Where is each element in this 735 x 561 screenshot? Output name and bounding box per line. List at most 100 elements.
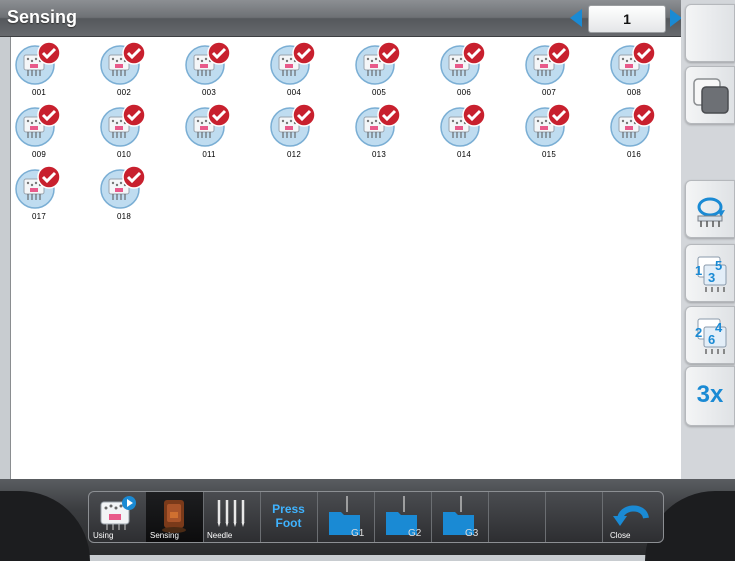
tool-strip: Using Sensing Needle Press Foot G1 G2 G3… [88, 491, 664, 543]
group-g1-button[interactable]: G1 [317, 492, 375, 542]
close-button[interactable]: Close [602, 492, 663, 542]
sensor-checked-icon [15, 103, 61, 147]
tile-label: 011 [202, 150, 216, 159]
tile-label: 014 [457, 150, 471, 159]
sensing-tile[interactable]: 006 [436, 39, 492, 101]
sensing-tile[interactable]: 003 [181, 39, 237, 101]
blank-button[interactable] [685, 4, 735, 62]
sensing-tile[interactable]: 001 [11, 39, 67, 101]
folder-g1-icon: G1 [329, 496, 365, 539]
sequence-246-button[interactable]: 2 4 6 [685, 306, 735, 364]
sensing-tile[interactable]: 018 [96, 163, 152, 225]
tile-label: 002 [117, 88, 131, 97]
sensor-checked-icon [355, 103, 401, 147]
sensor-checked-icon [525, 103, 571, 147]
sensor-checked-icon [525, 41, 571, 85]
sensor-checked-icon [440, 103, 486, 147]
close-label: Close [610, 531, 631, 540]
sensor-checked-icon [610, 41, 656, 85]
press-foot-label: Press Foot [260, 502, 317, 530]
layers-icon [693, 78, 729, 114]
sensing-tile[interactable]: 009 [11, 101, 67, 163]
tile-label: 016 [627, 150, 641, 159]
toolbar-curve-left [0, 491, 90, 561]
sensing-foot-icon [162, 500, 186, 533]
repeat-3x-label: 3x [696, 381, 724, 408]
sensor-checked-icon [100, 103, 146, 147]
needles-icon [217, 500, 245, 527]
sensor-checked-icon [185, 41, 231, 85]
sensing-tile[interactable]: 008 [606, 39, 662, 101]
seq-digit-3: 3 [708, 270, 715, 285]
using-label: Using [93, 531, 114, 540]
sensing-tile[interactable]: 005 [351, 39, 407, 101]
sensing-label: Sensing [150, 531, 179, 540]
sensing-tile[interactable]: 010 [96, 101, 152, 163]
prev-page-button[interactable] [568, 8, 584, 28]
tile-label: 003 [202, 88, 216, 97]
repeat-3x-button[interactable]: 3x [685, 366, 735, 426]
sensor-checked-icon [100, 165, 146, 209]
press-foot-line1: Press [272, 502, 305, 516]
title-bar: Sensing 1 [0, 0, 684, 37]
press-foot-line2: Foot [275, 516, 302, 530]
seq-digit-1: 1 [695, 263, 702, 278]
sensor-checked-icon [100, 41, 146, 85]
sensing-tile[interactable]: 007 [521, 39, 577, 101]
sensing-tile[interactable]: 004 [266, 39, 322, 101]
tile-label: 001 [32, 88, 46, 97]
sensing-tile[interactable]: 014 [436, 101, 492, 163]
sensor-checked-icon [270, 103, 316, 147]
empty-slot-1 [488, 492, 546, 542]
sensing-tile[interactable]: 002 [96, 39, 152, 101]
sensor-checked-icon [15, 41, 61, 85]
sensing-grid: 001 002 003 004 005 006 007 008 009 010 011 012 013 0… [10, 37, 683, 479]
folder-g2-icon: G2 [386, 496, 422, 539]
needle-label: Needle [207, 531, 233, 540]
empty-slot-2 [545, 492, 603, 542]
folder-g3-icon: G3 [443, 496, 479, 539]
page-title: Sensing [7, 7, 78, 27]
sequence-246-icon: 2 4 6 [695, 318, 727, 354]
copy-layers-button[interactable] [685, 66, 735, 124]
sensing-tile[interactable]: 016 [606, 101, 662, 163]
tile-label: 017 [32, 212, 46, 221]
tile-label: 015 [542, 150, 556, 159]
seq-digit-4: 4 [715, 320, 723, 335]
tile-label: 008 [627, 88, 641, 97]
using-sensor-icon [100, 496, 136, 530]
sequence-135-button[interactable]: 1 5 3 [685, 244, 735, 302]
g1-text: G1 [351, 528, 365, 539]
sensing-tile[interactable]: 015 [521, 101, 577, 163]
group-g2-button[interactable]: G2 [374, 492, 432, 542]
using-button[interactable]: Using [89, 492, 147, 542]
g2-text: G2 [408, 528, 422, 539]
sensing-tile[interactable]: 012 [266, 101, 322, 163]
tile-label: 004 [287, 88, 301, 97]
sensing-tile[interactable]: 013 [351, 101, 407, 163]
tile-label: 007 [542, 88, 556, 97]
sequence-135-icon: 1 5 3 [695, 256, 727, 292]
press-foot-button[interactable]: Press Foot [260, 492, 318, 542]
rotate-arrow-icon [697, 197, 725, 227]
back-arrow-icon [613, 505, 649, 526]
needle-button[interactable]: Needle [203, 492, 261, 542]
tile-label: 010 [117, 150, 131, 159]
seq-digit-2: 2 [695, 325, 702, 340]
tile-label: 005 [372, 88, 386, 97]
rotate-sensor-button[interactable] [685, 180, 735, 238]
bottom-toolbar: Using Sensing Needle Press Foot G1 G2 G3… [0, 479, 735, 561]
sensor-checked-icon [15, 165, 61, 209]
group-g3-button[interactable]: G3 [431, 492, 489, 542]
g3-text: G3 [465, 528, 479, 539]
sensing-tile[interactable]: 017 [11, 163, 67, 225]
sensor-checked-icon [185, 103, 231, 147]
sensing-tile[interactable]: 011 [181, 101, 237, 163]
seq-digit-6: 6 [708, 332, 715, 347]
sensing-button[interactable]: Sensing [146, 492, 204, 542]
sensor-checked-icon [440, 41, 486, 85]
tile-label: 012 [287, 150, 301, 159]
tile-label: 006 [457, 88, 471, 97]
page-number: 1 [588, 5, 666, 33]
pager: 1 [568, 5, 684, 33]
